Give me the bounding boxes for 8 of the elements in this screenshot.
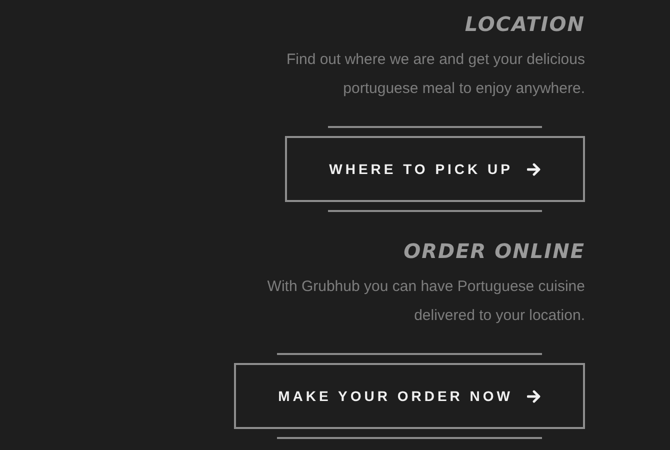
section-heading: LOCATION <box>464 11 585 38</box>
section-description: Find out where we are and get your delicious portuguese meal to enjoy anywhere. <box>286 50 585 99</box>
section-description: With Grubhub you can have Portuguese cuisine delivered to your location. <box>267 277 585 326</box>
cta-button[interactable]: MAKE YOUR ORDER NOW <box>234 363 585 429</box>
arrow-right-icon <box>527 390 541 402</box>
section-heading: ORDER ONLINE <box>404 238 585 265</box>
cta-button[interactable]: WHERE TO PICK UP <box>285 136 585 202</box>
arrow-right-icon <box>527 162 541 176</box>
